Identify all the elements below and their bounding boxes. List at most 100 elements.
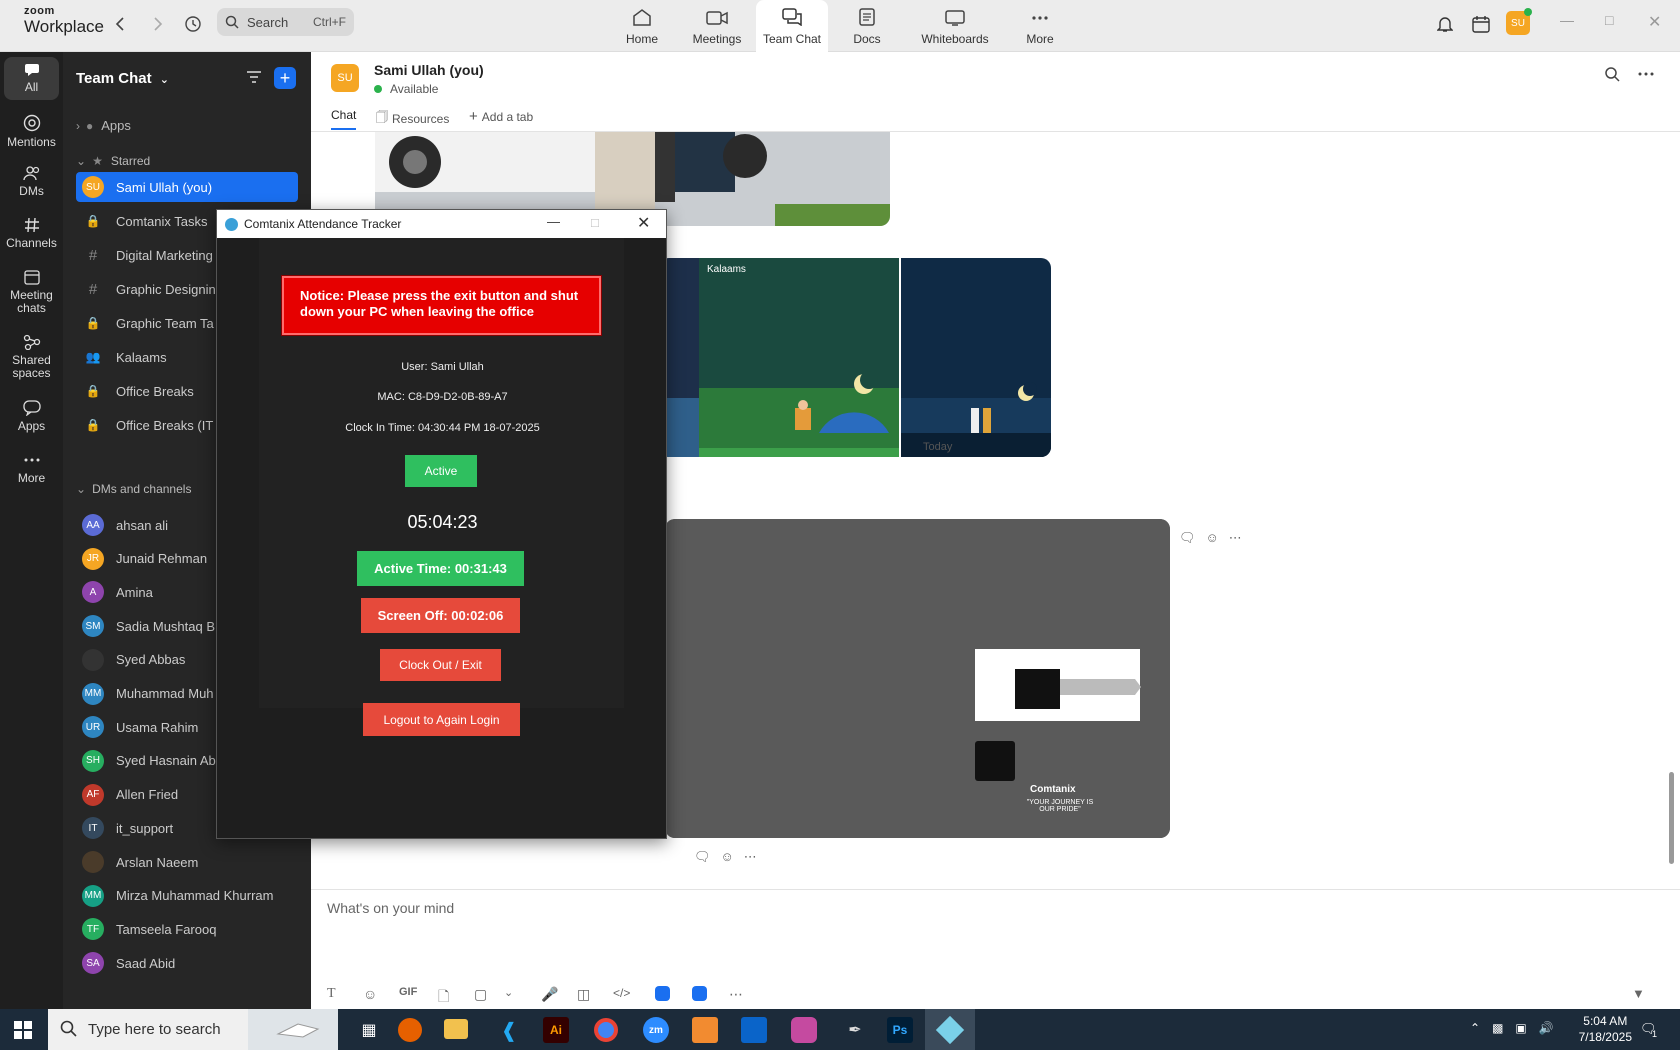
sidebar-item-dm[interactable]: MM Mirza Muhammad Khurram: [76, 881, 298, 911]
tab-home[interactable]: Home: [606, 0, 678, 52]
app-shortcut-icon[interactable]: [655, 986, 670, 1001]
sidebar-item-dm[interactable]: TF Tamseela Farooq: [76, 914, 298, 944]
tab-chat[interactable]: Chat: [331, 108, 357, 130]
back-arrow-icon[interactable]: [108, 12, 132, 36]
sidebar-item-dm[interactable]: Arslan Naeem: [76, 847, 298, 877]
screenshot-icon[interactable]: ▢: [474, 986, 487, 1003]
bell-icon[interactable]: [1433, 12, 1457, 36]
apps-section[interactable]: › ● Apps: [76, 118, 131, 133]
scrollbar-thumb[interactable]: [1669, 772, 1674, 864]
rail-apps[interactable]: Apps: [4, 400, 59, 433]
image-poster-kalaams[interactable]: Kalaams: [699, 258, 899, 457]
clock-out-button[interactable]: Clock Out / Exit: [380, 649, 501, 681]
illustrator-icon[interactable]: Ai: [543, 1017, 569, 1043]
message-actions-2: 🗨 ☺ ⋯: [694, 849, 757, 865]
outlook-icon[interactable]: [741, 1017, 767, 1043]
format-text-icon[interactable]: T: [327, 986, 336, 1002]
tab-meetings[interactable]: Meetings: [681, 0, 753, 52]
volume-icon[interactable]: 🔊: [1539, 1021, 1554, 1035]
tab-team-chat[interactable]: Team Chat: [756, 0, 828, 52]
calendar-icon[interactable]: [1469, 12, 1493, 36]
gif-button[interactable]: GIF: [399, 986, 417, 998]
close-icon[interactable]: ✕: [1648, 12, 1661, 32]
forward-arrow-icon[interactable]: [146, 12, 170, 36]
message-composer[interactable]: What's on your mind T ☺ GIF 🗋 ▢ ⌄ 🎤 ◫ </…: [311, 889, 1680, 1009]
rail-channels[interactable]: Channels: [4, 217, 59, 250]
compose-input[interactable]: What's on your mind: [327, 900, 454, 916]
close-icon[interactable]: ✕: [637, 213, 650, 233]
chrome-icon[interactable]: [594, 1018, 618, 1042]
sidebar-item-label: Muhammad Muh: [116, 686, 214, 701]
emoji-reaction-icon[interactable]: ☺: [1206, 530, 1219, 546]
lock-icon: 🔒: [85, 384, 101, 398]
starred-section[interactable]: ⌄ ★ Starred: [76, 154, 150, 168]
logout-button[interactable]: Logout to Again Login: [363, 703, 520, 736]
rail-dms[interactable]: DMs: [4, 165, 59, 198]
tab-whiteboards[interactable]: Whiteboards: [919, 0, 991, 52]
emoji-icon[interactable]: ☺: [363, 986, 377, 1002]
network-icon[interactable]: ▣: [1515, 1021, 1526, 1035]
sidebar-item-label: Saad Abid: [116, 955, 176, 971]
notice-banner: Notice: Please press the exit button and…: [281, 275, 602, 336]
rail-mentions[interactable]: Mentions: [4, 114, 59, 149]
more-options-icon[interactable]: [1638, 66, 1654, 82]
video-message-icon[interactable]: ◫: [577, 986, 590, 1003]
attendance-tracker-taskbar-icon[interactable]: [925, 1009, 975, 1050]
firefox-icon[interactable]: [398, 1018, 422, 1042]
reply-icon[interactable]: 🗨: [694, 849, 711, 865]
plus-icon: +: [469, 108, 478, 125]
zoom-taskbar-icon[interactable]: zm: [643, 1017, 669, 1043]
chevron-down-icon[interactable]: ⌄: [504, 986, 513, 999]
code-icon[interactable]: </>: [613, 986, 630, 1000]
vscode-icon[interactable]: ❰: [492, 1013, 526, 1047]
add-tab-button[interactable]: + Add a tab: [469, 108, 533, 125]
search-icon[interactable]: [1604, 66, 1620, 82]
xampp-icon[interactable]: [692, 1017, 718, 1043]
file-explorer-icon[interactable]: [444, 1019, 468, 1039]
sidebar-item-dm[interactable]: SA Saad Abid: [76, 948, 298, 978]
pen-tool-icon[interactable]: ✒: [838, 1013, 872, 1047]
task-view-icon[interactable]: ▦: [352, 1013, 386, 1047]
tab-docs[interactable]: Docs: [831, 0, 903, 52]
filter-icon[interactable]: [246, 70, 262, 84]
more-tools-icon[interactable]: ⋯: [729, 986, 743, 1003]
rail-shared-spaces[interactable]: Shared spaces: [4, 334, 59, 380]
file-icon[interactable]: 🗋: [438, 986, 449, 1010]
tab-resources[interactable]: 🗍 Resources: [376, 108, 449, 129]
send-options-icon[interactable]: ▼: [1632, 986, 1645, 1001]
sidebar-title[interactable]: Team Chat ⌄: [76, 70, 169, 87]
reply-icon[interactable]: 🗨: [1179, 530, 1196, 546]
rail-more[interactable]: More: [4, 452, 59, 485]
chat-title[interactable]: Sami Ullah (you): [374, 62, 484, 78]
maximize-icon[interactable]: □: [1605, 12, 1613, 28]
more-icon: [1032, 16, 1048, 20]
app-shortcut-2-icon[interactable]: [692, 986, 707, 1001]
image-poster-3[interactable]: [901, 258, 1051, 457]
minimize-icon[interactable]: —: [547, 214, 560, 229]
microphone-icon[interactable]: 🎤: [541, 986, 558, 1003]
dms-channels-section[interactable]: ⌄ DMs and channels: [76, 482, 191, 496]
attendance-title-bar[interactable]: Comtanix Attendance Tracker — □ ✕: [217, 210, 666, 238]
rail-all[interactable]: All: [4, 57, 59, 100]
windows-start-icon[interactable]: [14, 1021, 32, 1039]
minimize-icon[interactable]: —: [1560, 12, 1574, 28]
system-clock[interactable]: 5:04 AM 7/18/2025: [1579, 1013, 1632, 1045]
maximize-icon[interactable]: □: [591, 215, 599, 230]
tray-app-icon[interactable]: ▩: [1492, 1021, 1503, 1035]
sidebar-item-label: Graphic Designin: [116, 281, 216, 297]
rail-meeting-chats[interactable]: Meeting chats: [4, 269, 59, 315]
more-actions-icon[interactable]: ⋯: [744, 849, 757, 865]
history-icon[interactable]: [181, 12, 205, 36]
taskbar-search[interactable]: Type here to search: [48, 1009, 338, 1050]
comtanix-image-post[interactable]: Comtanix Comtanix "YOUR JOURNEY IS OUR P…: [665, 519, 1170, 838]
emoji-reaction-icon[interactable]: ☺: [721, 849, 734, 865]
photoshop-icon[interactable]: Ps: [887, 1017, 913, 1043]
search-input[interactable]: Search Ctrl+F: [217, 8, 354, 36]
new-chat-button[interactable]: +: [274, 67, 296, 89]
more-actions-icon[interactable]: ⋯: [1229, 530, 1242, 546]
sidebar-item-starred[interactable]: SU Sami Ullah (you): [76, 172, 298, 202]
sidebar-item-label: Junaid Rehman: [116, 551, 208, 567]
tray-chevron-icon[interactable]: ⌃: [1470, 1021, 1480, 1035]
tab-more[interactable]: More: [1004, 0, 1076, 52]
creative-cloud-icon[interactable]: [791, 1017, 817, 1043]
